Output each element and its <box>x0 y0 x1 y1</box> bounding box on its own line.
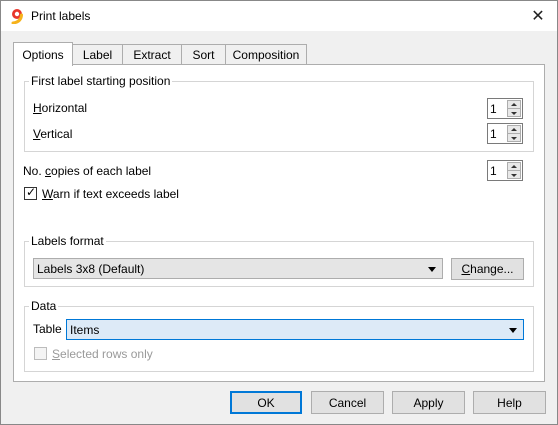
selected-rows-label: Selected rows only <box>52 347 153 361</box>
table-label: Table <box>33 322 62 336</box>
tab-sort-label: Sort <box>192 48 215 62</box>
copies-value: 1 <box>490 164 497 178</box>
labels-format-select[interactable]: Labels 3x8 (Default) <box>33 258 443 279</box>
labels-format-value: Labels 3x8 (Default) <box>37 262 145 276</box>
first-label-group <box>24 81 534 152</box>
spin-up-icon[interactable] <box>508 163 520 171</box>
labels-format-group-title: Labels format <box>29 234 106 248</box>
dropdown-arrow-icon <box>428 267 436 272</box>
data-group-title: Data <box>29 299 59 313</box>
tab-extract-label: Extract <box>133 48 171 62</box>
copies-label: No. copies of each label <box>23 164 152 178</box>
selected-rows-checkbox[interactable] <box>34 347 47 360</box>
tab-options-label: Options <box>22 47 64 62</box>
tab-composition-label: Composition <box>232 48 300 62</box>
ok-button[interactable]: OK <box>230 391 302 414</box>
title-bar: Print labels ✕ <box>1 1 557 31</box>
help-button[interactable]: Help <box>473 391 546 414</box>
tab-label[interactable]: Label <box>72 44 123 65</box>
horizontal-label: Horizontal <box>33 101 88 115</box>
spin-up-icon[interactable] <box>508 101 520 109</box>
print-labels-dialog: Print labels ✕ Options Label Extract Sor… <box>0 0 558 425</box>
horizontal-spinner[interactable]: 1 <box>487 98 523 119</box>
copies-spinner[interactable]: 1 <box>487 160 523 181</box>
spin-up-icon[interactable] <box>508 126 520 134</box>
close-button[interactable]: ✕ <box>521 3 555 29</box>
warn-label[interactable]: Warn if text exceeds label <box>42 187 179 201</box>
first-label-group-title: First label starting position <box>29 74 173 88</box>
table-select[interactable]: Items <box>66 319 524 340</box>
vertical-value: 1 <box>490 127 497 141</box>
change-button[interactable]: Change... <box>451 258 524 280</box>
tab-label-label: Label <box>82 48 113 62</box>
tab-sort[interactable]: Sort <box>181 44 226 65</box>
cancel-button[interactable]: Cancel <box>311 391 384 414</box>
dropdown-arrow-icon <box>509 328 517 333</box>
spin-down-icon[interactable] <box>508 171 520 179</box>
vertical-label: Vertical <box>33 127 73 141</box>
close-icon: ✕ <box>531 8 545 25</box>
window-title: Print labels <box>31 9 91 23</box>
banana-app-icon <box>11 9 23 24</box>
tab-composition[interactable]: Composition <box>225 44 307 65</box>
vertical-spinner[interactable]: 1 <box>487 123 523 144</box>
checkmark-icon: ✓ <box>26 185 37 199</box>
tab-extract[interactable]: Extract <box>122 44 182 65</box>
spin-down-icon[interactable] <box>508 134 520 142</box>
warn-checkbox[interactable]: ✓ <box>24 185 37 200</box>
spin-down-icon[interactable] <box>508 109 520 117</box>
table-value: Items <box>70 323 100 337</box>
options-panel: First label starting position Horizontal… <box>13 64 545 382</box>
tab-options[interactable]: Options <box>13 42 73 66</box>
apply-button[interactable]: Apply <box>392 391 465 414</box>
horizontal-value: 1 <box>490 102 497 116</box>
